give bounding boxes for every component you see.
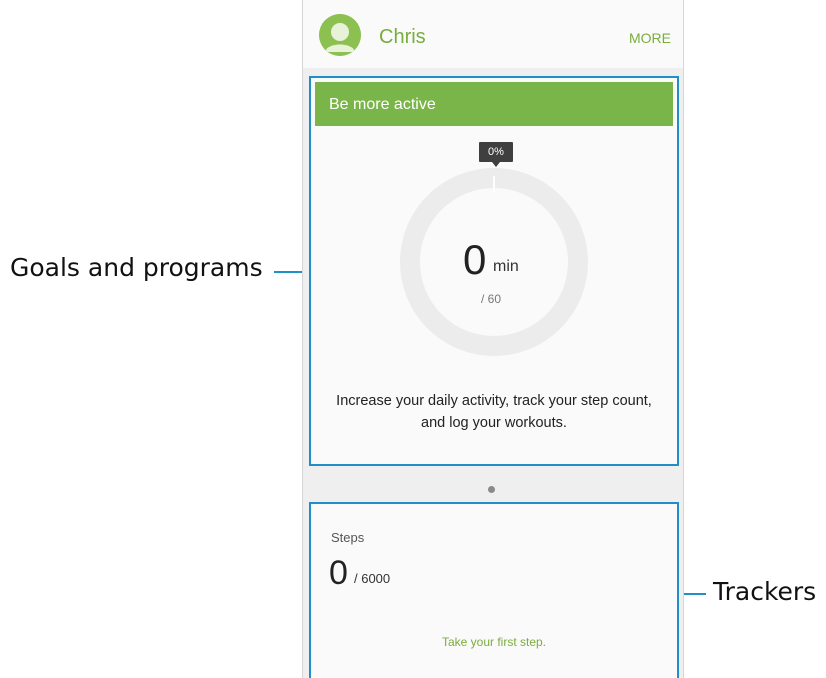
tracker-label: Steps — [331, 530, 365, 545]
progress-percent-badge: 0% — [479, 142, 513, 167]
tracker-value: 0 — [329, 554, 348, 592]
profile-header: Chris MORE — [303, 0, 683, 68]
goal-target: / 60 — [481, 292, 502, 306]
more-button[interactable]: MORE — [629, 30, 671, 46]
tracker-target: / 6000 — [354, 571, 391, 586]
tracker-card-steps[interactable]: Steps 0 / 6000 Take your first step. — [309, 502, 679, 678]
profile-name[interactable]: Chris — [379, 26, 426, 49]
goal-value: 0 — [463, 236, 487, 283]
tracker-cta: Take your first step. — [441, 635, 547, 649]
avatar-figure — [319, 14, 361, 56]
avatar-icon[interactable] — [319, 14, 361, 56]
goal-card[interactable]: Be more active 0% 0 min / 60 Increase yo… — [309, 76, 679, 466]
goals-annotation-label: Goals and programs — [10, 253, 263, 282]
page-indicator-dot — [488, 486, 495, 493]
goal-unit: min — [493, 258, 519, 275]
trackers-annotation-label: Trackers — [713, 577, 817, 606]
phone-screen: Chris MORE Be more active 0% 0 min / 60 … — [302, 0, 684, 678]
goal-description: Increase your daily activity, track your… — [336, 393, 652, 431]
